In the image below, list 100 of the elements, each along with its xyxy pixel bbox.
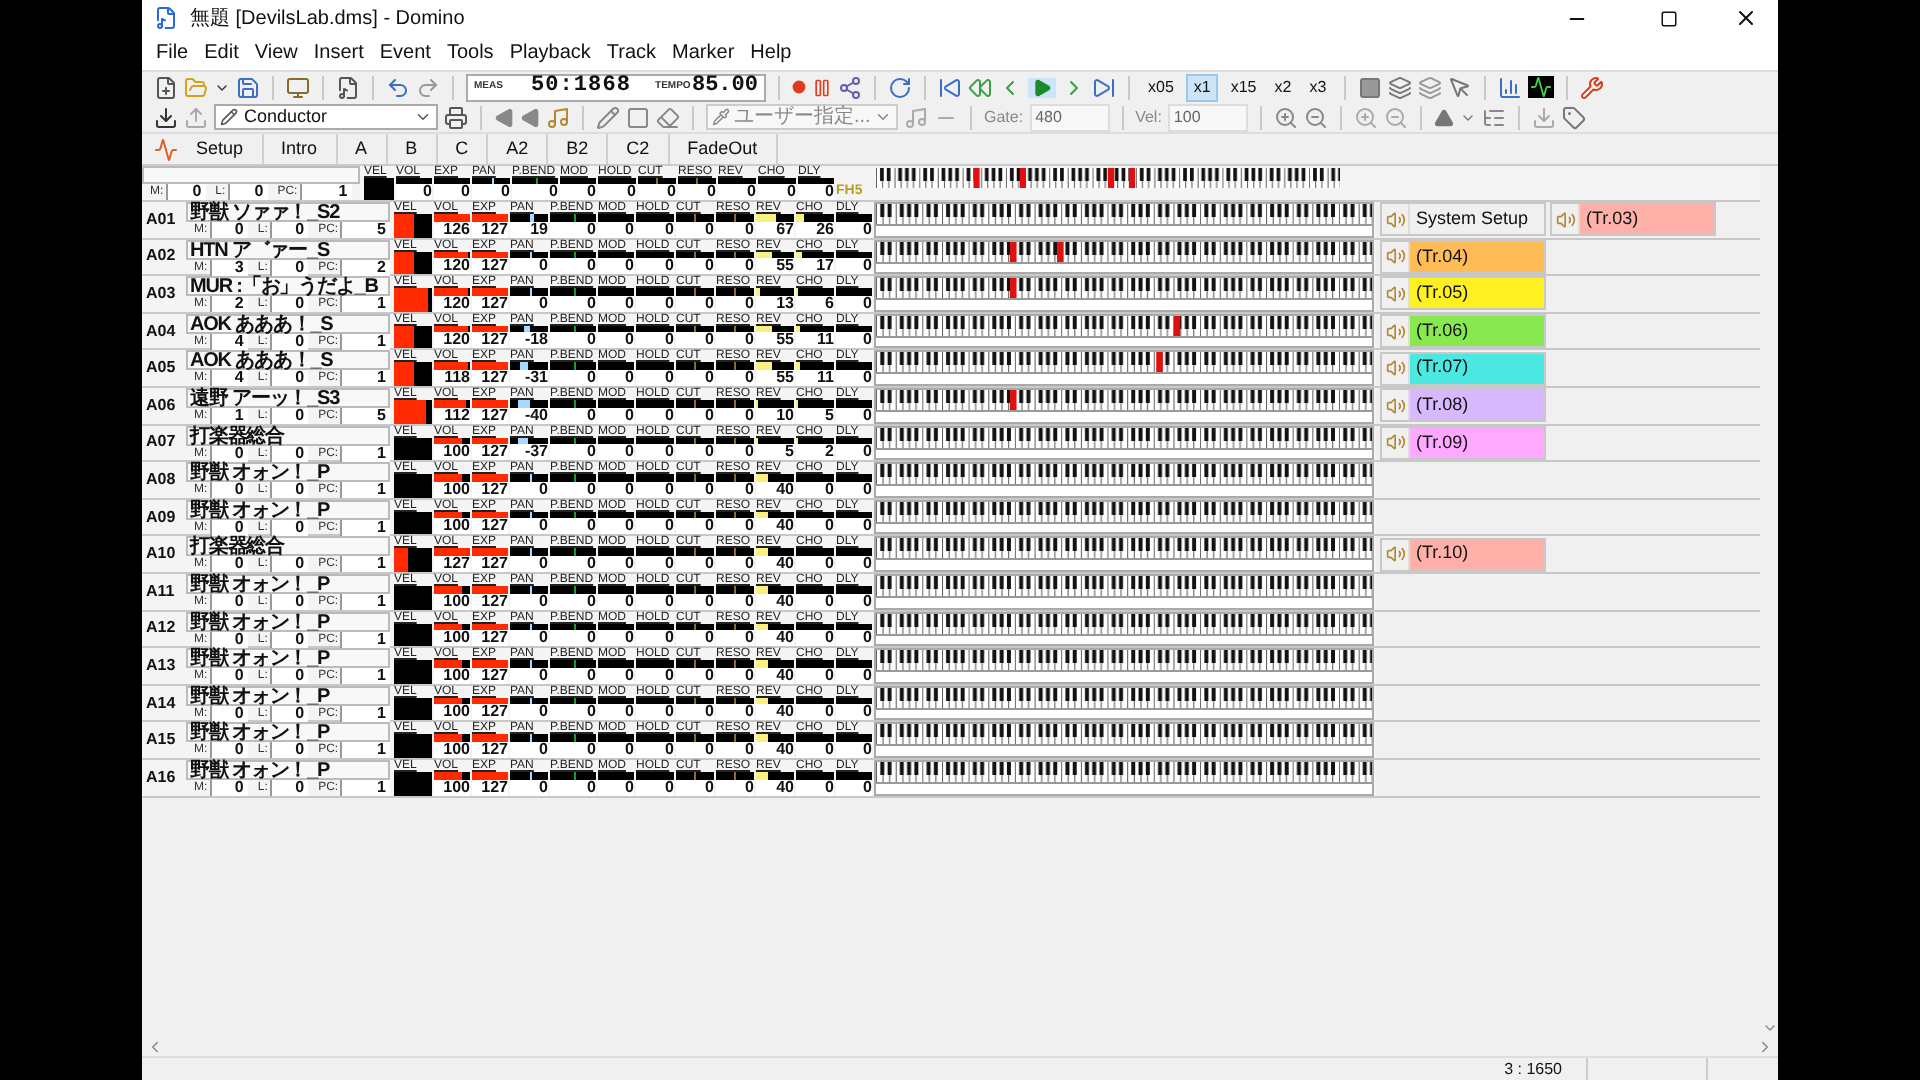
control-value[interactable]: 0 — [796, 704, 834, 721]
speaker-icon[interactable] — [1385, 321, 1405, 342]
control-meter[interactable] — [716, 697, 754, 705]
note-strip[interactable] — [876, 670, 1372, 682]
track-name-field[interactable]: 打楽器総合 — [186, 536, 390, 557]
speaker-icon[interactable] — [1385, 246, 1405, 267]
marker-button[interactable]: B — [387, 134, 438, 164]
field-value[interactable]: 1 — [340, 742, 390, 759]
control-value[interactable]: 0 — [676, 444, 714, 461]
control-meter[interactable] — [510, 511, 548, 519]
field-value[interactable]: 4 — [209, 370, 248, 387]
control-meter[interactable] — [756, 474, 794, 482]
control-meter[interactable] — [796, 623, 834, 631]
menu-item[interactable]: Insert — [305, 38, 372, 68]
control-meter[interactable] — [676, 399, 714, 408]
track-name-field[interactable]: HTN ア゛ァー_S — [186, 239, 390, 260]
control-meter[interactable] — [598, 399, 634, 408]
speed-button[interactable]: x1 — [1185, 73, 1219, 101]
field-value[interactable]: 0 — [269, 742, 309, 759]
control-meter[interactable] — [510, 362, 548, 370]
control-value[interactable]: 0 — [510, 704, 548, 721]
control-meter[interactable] — [756, 511, 794, 519]
speaker-icon[interactable] — [1555, 209, 1575, 230]
control-meter[interactable] — [472, 325, 508, 333]
control-value[interactable]: 0 — [836, 704, 872, 721]
menu-item[interactable]: Edit — [196, 38, 247, 68]
field-value[interactable]: 0 — [269, 556, 309, 573]
control-meter[interactable] — [472, 511, 508, 519]
speed-button[interactable]: x2 — [1268, 73, 1298, 101]
control-meter[interactable] — [472, 585, 508, 594]
control-value[interactable]: 0 — [676, 332, 714, 349]
field-value[interactable]: 0 — [209, 222, 248, 238]
control-value[interactable]: 0 — [716, 518, 754, 535]
control-meter[interactable] — [836, 771, 872, 779]
control-value[interactable]: 0 — [676, 258, 714, 275]
control-meter[interactable] — [756, 697, 794, 705]
control-value[interactable]: 0 — [638, 184, 676, 200]
control-meter[interactable] — [676, 697, 714, 705]
control-value[interactable]: 0 — [550, 518, 596, 535]
control-meter[interactable] — [756, 437, 794, 445]
control-meter[interactable] — [510, 660, 548, 668]
control-meter[interactable] — [756, 623, 794, 631]
field-value[interactable]: 0 — [269, 668, 309, 685]
control-meter[interactable] — [598, 437, 634, 445]
zoom-out-icon[interactable] — [1303, 105, 1328, 129]
control-meter[interactable] — [716, 437, 754, 445]
control-value[interactable]: 11 — [796, 332, 834, 349]
control-meter[interactable] — [550, 437, 596, 445]
menu-item[interactable]: Playback — [501, 38, 599, 68]
printer-icon[interactable] — [444, 105, 468, 129]
layers-icon[interactable] — [1388, 75, 1413, 99]
note-strip[interactable] — [876, 558, 1372, 570]
scroll-left-icon[interactable] — [146, 1037, 164, 1055]
menu-item[interactable]: Track — [598, 38, 665, 68]
control-value[interactable]: 0 — [598, 630, 634, 647]
velocity-meter[interactable] — [394, 437, 432, 461]
track-name-field[interactable]: 打楽器総合 — [186, 425, 390, 446]
control-value[interactable]: 0 — [598, 332, 634, 349]
pattern-button[interactable]: (Tr.03) — [1550, 202, 1716, 237]
control-meter[interactable] — [796, 437, 834, 445]
control-value[interactable]: 127 — [472, 444, 508, 461]
control-value[interactable]: 0 — [512, 184, 558, 200]
field-value[interactable]: 1 — [340, 556, 390, 573]
control-meter[interactable] — [796, 585, 834, 594]
control-value[interactable]: 127 — [472, 704, 508, 721]
speaker-icon[interactable] — [1385, 209, 1405, 230]
play-icon[interactable] — [1032, 77, 1052, 97]
control-meter[interactable] — [676, 437, 714, 445]
select-icon[interactable] — [626, 105, 650, 129]
field-value[interactable]: 0 — [269, 222, 309, 238]
control-meter[interactable] — [510, 623, 548, 631]
eraser-icon[interactable] — [656, 105, 680, 129]
marker-button[interactable]: FadeOut — [669, 134, 778, 164]
control-meter[interactable] — [550, 511, 596, 519]
pause-icon[interactable] — [812, 77, 832, 97]
control-value[interactable]: 0 — [718, 184, 756, 200]
control-meter[interactable] — [636, 511, 674, 519]
speaker-icon[interactable] — [1385, 432, 1405, 453]
control-value[interactable]: 100 — [434, 444, 470, 461]
control-meter[interactable] — [636, 251, 674, 259]
speed-button[interactable]: x15 — [1224, 73, 1263, 101]
control-value[interactable]: 0 — [836, 332, 872, 349]
track-name-field[interactable]: MUR :「お」うだよ_B — [186, 276, 390, 297]
marker-button[interactable]: A — [337, 134, 388, 164]
field-value[interactable]: 0 — [209, 482, 248, 499]
control-value[interactable]: 0 — [716, 630, 754, 647]
control-value[interactable]: 0 — [550, 630, 596, 647]
field-value[interactable]: 0 — [209, 668, 248, 685]
control-meter[interactable] — [510, 771, 548, 779]
control-meter[interactable] — [434, 325, 470, 333]
marker-button[interactable]: A2 — [488, 134, 549, 164]
control-value[interactable]: 0 — [598, 184, 636, 200]
pattern-button[interactable]: (Tr.07) — [1380, 351, 1546, 386]
control-value[interactable]: 0 — [434, 184, 470, 200]
pattern-button[interactable]: (Tr.10) — [1380, 537, 1546, 572]
marker-button[interactable]: Intro — [263, 134, 338, 164]
control-meter[interactable] — [598, 511, 634, 519]
control-meter[interactable] — [756, 362, 794, 370]
note-strip[interactable] — [876, 744, 1372, 756]
control-value[interactable]: 0 — [676, 630, 714, 647]
